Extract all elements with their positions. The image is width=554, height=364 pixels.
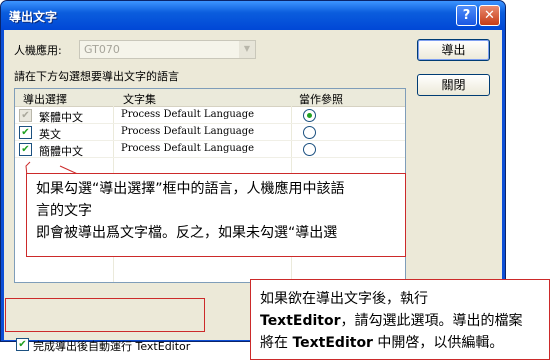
- callout-bold: TextEditor: [260, 313, 341, 329]
- callout-line: 言的文字: [36, 203, 92, 219]
- callout-line: 如果勾選“導出選擇”框中的語言，人機應用中該語: [36, 181, 345, 197]
- callout-line: 即會被導出爲文字檔。反之，如果未勾選“導出選: [36, 225, 338, 241]
- callout-text: 中開啓，以供編輯。: [372, 335, 504, 351]
- callout-line: TextEditor，請勾選此選項。導出的檔案: [260, 310, 549, 332]
- auto-run-highlight: [5, 298, 205, 332]
- annotation-callout-export: 如果勾選“導出選擇”框中的語言，人機應用中該語 言的文字 即會被導出爲文字檔。反…: [26, 173, 406, 257]
- callout-text: ，請勾選此選項。導出的檔案: [340, 313, 523, 329]
- callout-bold: TextEditor: [292, 335, 373, 351]
- callout-line: 如果欲在導出文字後，執行: [260, 291, 428, 307]
- callout-line: 將在 TextEditor 中開啓，以供編輯。: [260, 332, 549, 354]
- annotation-callout-texteditor: 如果欲在導出文字後，執行 TextEditor，請勾選此選項。導出的檔案 將在 …: [250, 279, 550, 360]
- callout-text: 將在: [260, 335, 293, 351]
